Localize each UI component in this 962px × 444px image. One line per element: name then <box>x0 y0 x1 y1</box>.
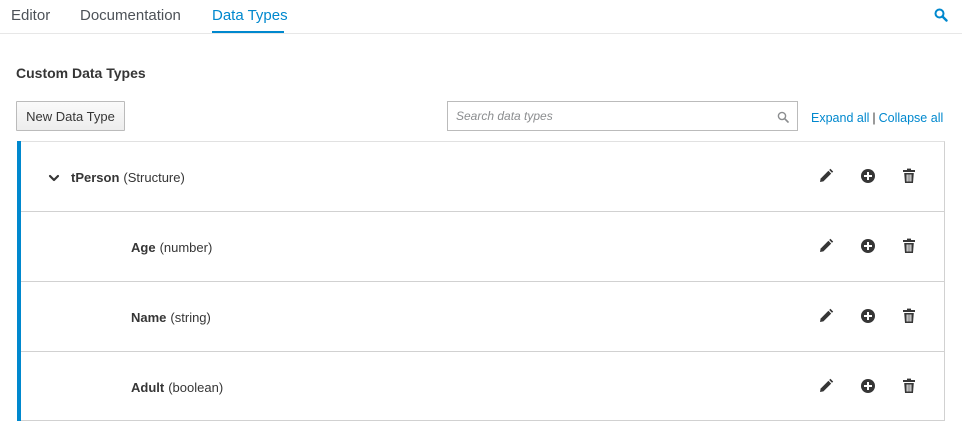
data-type-label: Adult (boolean) <box>131 380 223 395</box>
trash-icon[interactable] <box>901 378 917 394</box>
tab-bar: Editor Documentation Data Types <box>0 0 962 34</box>
data-type-name: Adult <box>131 380 165 395</box>
plus-circle-icon[interactable] <box>860 378 876 394</box>
pencil-icon[interactable] <box>818 378 834 394</box>
search-icon[interactable] <box>777 110 789 123</box>
search-icon[interactable] <box>934 8 950 24</box>
list-item-tperson[interactable]: tPerson (Structure) <box>21 141 945 211</box>
data-type-name: Name <box>131 310 167 325</box>
pencil-icon[interactable] <box>818 238 834 254</box>
new-data-type-button[interactable]: New Data Type <box>16 101 125 131</box>
chevron-down-icon[interactable] <box>48 171 60 183</box>
data-type-label: Name (string) <box>131 310 211 325</box>
pencil-icon[interactable] <box>818 168 834 184</box>
data-type-kind: (boolean) <box>168 380 224 395</box>
tab-documentation[interactable]: Documentation <box>80 7 181 24</box>
trash-icon[interactable] <box>901 168 917 184</box>
data-type-list: tPerson (Structure) Age (number) Name (stri… <box>17 141 945 421</box>
active-tab-indicator <box>212 31 284 33</box>
list-item-adult[interactable]: Adult (boolean) <box>21 351 945 421</box>
tab-data-types[interactable]: Data Types <box>212 7 288 24</box>
link-separator: | <box>872 111 876 125</box>
page-title: Custom Data Types <box>16 65 146 81</box>
data-type-label: Age (number) <box>131 240 212 255</box>
data-type-kind: (Structure) <box>123 170 185 185</box>
data-type-name: Age <box>131 240 156 255</box>
tab-editor[interactable]: Editor <box>11 7 50 24</box>
plus-circle-icon[interactable] <box>860 308 876 324</box>
plus-circle-icon[interactable] <box>860 168 876 184</box>
data-type-name: tPerson <box>71 170 120 185</box>
trash-icon[interactable] <box>901 308 917 324</box>
expand-collapse-links: Expand all | Collapse all <box>811 111 943 125</box>
plus-circle-icon[interactable] <box>860 238 876 254</box>
search-input[interactable] <box>448 102 768 130</box>
expand-all-link[interactable]: Expand all <box>811 111 869 125</box>
search-field <box>447 101 798 131</box>
list-item-age[interactable]: Age (number) <box>21 211 945 281</box>
data-type-label: tPerson (Structure) <box>71 170 185 185</box>
trash-icon[interactable] <box>901 238 917 254</box>
data-type-kind: (string) <box>170 310 211 325</box>
data-type-kind: (number) <box>159 240 213 255</box>
list-item-name[interactable]: Name (string) <box>21 281 945 351</box>
collapse-all-link[interactable]: Collapse all <box>879 111 944 125</box>
pencil-icon[interactable] <box>818 308 834 324</box>
